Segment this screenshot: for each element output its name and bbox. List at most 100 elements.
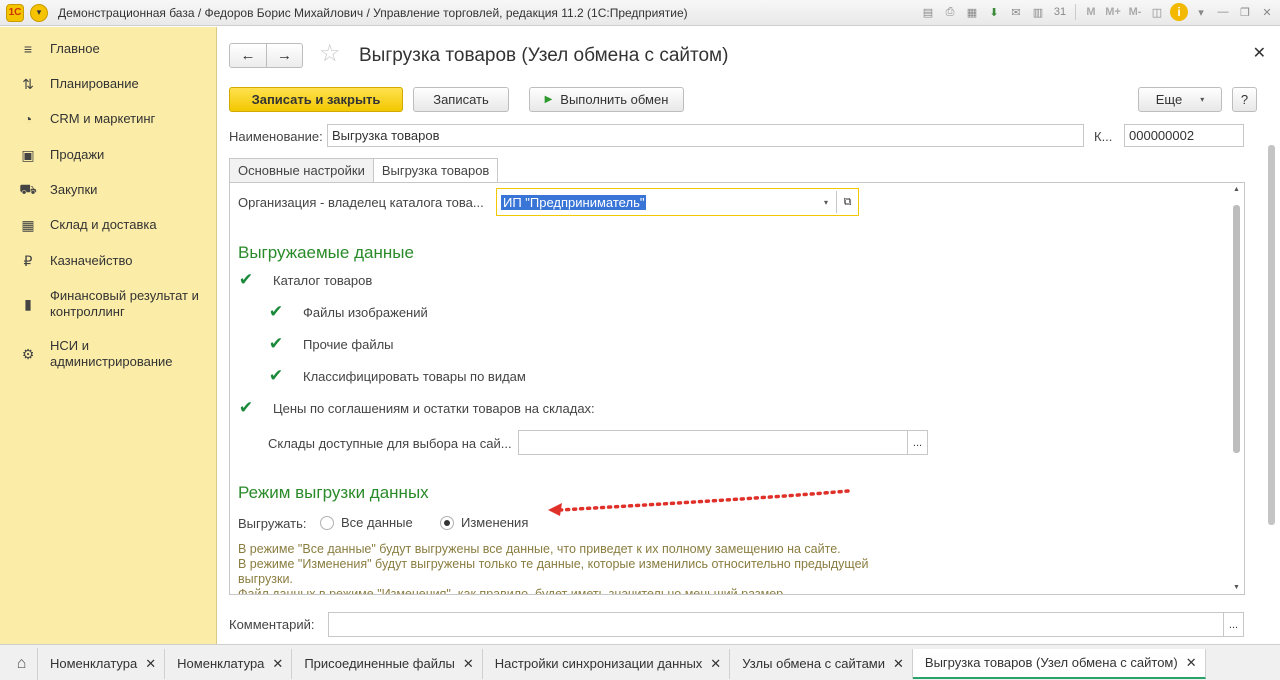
memory-mplus-icon[interactable]: M+ (1104, 3, 1122, 21)
chevron-down-icon[interactable]: ▾ (816, 198, 836, 207)
radio-changes[interactable]: Изменения (440, 515, 528, 530)
image-files-checkbox-label: Файлы изображений (303, 304, 428, 320)
scroll-thumb[interactable] (1233, 205, 1240, 453)
hint-line: Файл данных в режиме "Изменения", как пр… (238, 587, 787, 595)
download-icon[interactable]: ⬇ (985, 3, 1003, 21)
radio-empty-icon (320, 515, 334, 530)
calculator-icon[interactable]: ▥ (1029, 3, 1047, 21)
scroll-down-icon[interactable]: ▼ (1233, 584, 1240, 591)
save-icon[interactable]: ▤ (919, 3, 937, 21)
radio-all-data[interactable]: Все данные (320, 515, 413, 530)
code-field[interactable]: 000000002 (1124, 124, 1244, 147)
hint-line: В режиме "Все данные" будут выгружены вс… (238, 542, 841, 556)
chevron-down-icon[interactable]: ▾ (1192, 3, 1210, 21)
run-exchange-button[interactable]: ▶ Выполнить обмен (529, 87, 684, 112)
warehouse-icon: ▦ (21, 216, 35, 233)
radio-changes-label: Изменения (461, 515, 529, 530)
favorite-star-icon[interactable]: ☆ (319, 42, 341, 66)
tab-basic-settings[interactable]: Основные настройки (229, 158, 374, 183)
close-tab-icon[interactable]: ✕ (272, 656, 283, 672)
form-scrollbar[interactable] (1268, 145, 1276, 625)
memory-m-icon[interactable]: M (1082, 3, 1100, 21)
window-tab-label: Номенклатура (177, 656, 265, 671)
toolbar-divider (1075, 4, 1076, 20)
mail-icon[interactable]: ✉ (1007, 3, 1025, 21)
sidebar-item-purchases[interactable]: ⛟ Закупки (0, 180, 107, 198)
window-tab[interactable]: Узлы обмена с сайтами ✕ (730, 648, 913, 679)
prices-checkbox[interactable]: ✔ Цены по соглашениям и остатки товаров … (238, 398, 595, 417)
more-menu-button[interactable]: Еще ▾ (1138, 87, 1222, 112)
catalog-checkbox[interactable]: ✔ Каталог товаров (238, 270, 372, 289)
window-tab[interactable]: Настройки синхронизации данных ✕ (483, 648, 731, 679)
other-files-checkbox[interactable]: ✔ Прочие файлы (268, 334, 394, 353)
annotation-arrow (548, 489, 850, 516)
forward-arrow-icon[interactable]: → (266, 44, 302, 67)
sidebar-item-sales[interactable]: ▣ Продажи (0, 147, 114, 163)
comment-field[interactable]: ... (328, 612, 1244, 637)
sidebar-item-main[interactable]: ≡ Главное (0, 41, 110, 57)
minimize-icon[interactable]: — (1214, 3, 1232, 21)
classify-checkbox[interactable]: ✔ Классифицировать товары по видам (268, 366, 526, 385)
close-window-icon[interactable]: ✕ (1258, 3, 1276, 21)
form-scroll-thumb[interactable] (1268, 145, 1275, 525)
close-tab-icon[interactable]: ✕ (463, 656, 474, 672)
window-tab-active[interactable]: Выгрузка товаров (Узел обмена с сайтом) … (912, 648, 1206, 679)
ruble-coin-icon: ₽ (23, 252, 33, 269)
classify-checkbox-label: Классифицировать товары по видам (303, 368, 526, 384)
back-arrow-icon[interactable]: ← (230, 44, 266, 67)
hint-line: выгрузки. (238, 572, 293, 586)
window-tab-label: Присоединенные файлы (304, 656, 455, 671)
window-tab[interactable]: Присоединенные файлы ✕ (292, 648, 483, 679)
scroll-up-icon[interactable]: ▲ (1233, 186, 1240, 193)
checkmark-icon: ✔ (238, 270, 254, 289)
warehouses-label: Склады доступные для выбора на сай... (268, 436, 512, 451)
close-tab-icon[interactable]: ✕ (893, 656, 904, 672)
close-tab-icon[interactable]: ✕ (1186, 655, 1197, 671)
name-field[interactable]: Выгрузка товаров (327, 124, 1084, 147)
print-icon[interactable]: ⎙ (941, 3, 959, 21)
close-form-icon[interactable]: ✕ (1253, 43, 1266, 63)
tab-goods-export[interactable]: Выгрузка товаров (372, 158, 499, 183)
window-tab[interactable]: Номенклатура ✕ (165, 648, 293, 679)
info-icon[interactable]: i (1170, 3, 1188, 21)
warehouses-field[interactable]: ... (518, 430, 928, 455)
sidebar-item-planning[interactable]: ⇅ Планирование (0, 76, 149, 92)
comment-ellipsis-button[interactable]: ... (1223, 613, 1243, 636)
select-ellipsis-button[interactable]: ... (907, 431, 927, 454)
sidebar-item-finance[interactable]: ▮ Финансовый результат и контроллинг (0, 288, 209, 320)
organization-value: ИП "Предприниматель" (501, 194, 647, 210)
radio-all-data-label: Все данные (341, 515, 413, 530)
planning-icon: ⇅ (22, 75, 34, 92)
home-icon[interactable]: ⌂ (6, 647, 38, 680)
image-files-checkbox[interactable]: ✔ Файлы изображений (268, 302, 428, 321)
tab-panel-goods-export: Организация - владелец каталога това... … (229, 182, 1245, 595)
close-tab-icon[interactable]: ✕ (145, 656, 156, 672)
close-tab-icon[interactable]: ✕ (710, 656, 721, 672)
history-nav: ← → (229, 43, 303, 68)
sidebar-item-treasury[interactable]: ₽ Казначейство (0, 253, 142, 269)
cart-icon: ⛟ (19, 180, 37, 197)
more-label: Еще (1155, 92, 1183, 107)
maximize-icon[interactable]: ❐ (1236, 3, 1254, 21)
save-and-close-button[interactable]: Записать и закрыть (229, 87, 403, 112)
section-exported-data-title: Выгружаемые данные (238, 243, 414, 262)
window-tab-label: Настройки синхронизации данных (494, 656, 703, 671)
form-tabs: Основные настройки Выгрузка товаров (229, 158, 499, 183)
preview-icon[interactable]: ▦ (963, 3, 981, 21)
organization-field[interactable]: ИП "Предприниматель" ▾ ⧉ (496, 188, 859, 216)
checkmark-icon: ✔ (238, 398, 254, 417)
help-button[interactable]: ? (1232, 87, 1257, 112)
main-menu-icon[interactable]: ▾ (30, 3, 48, 22)
radio-selected-icon (440, 515, 454, 530)
window-layout-icon[interactable]: ◫ (1148, 3, 1166, 21)
section-export-mode-title: Режим выгрузки данных (238, 483, 429, 502)
save-button[interactable]: Записать (413, 87, 509, 112)
memory-mminus-icon[interactable]: M- (1126, 3, 1144, 21)
window-tab[interactable]: Номенклатура ✕ (38, 648, 166, 679)
sidebar-item-warehouse[interactable]: ▦ Склад и доставка (0, 217, 167, 233)
panel-scrollbar[interactable]: ▲ ▼ (1230, 183, 1244, 594)
open-link-icon[interactable]: ⧉ (836, 191, 858, 213)
calendar-icon[interactable]: 31 (1051, 3, 1069, 21)
sidebar-item-admin[interactable]: ⚙ НСИ и администрирование (0, 338, 183, 370)
sidebar-item-crm[interactable]: ◔ CRM и маркетинг (0, 111, 165, 127)
